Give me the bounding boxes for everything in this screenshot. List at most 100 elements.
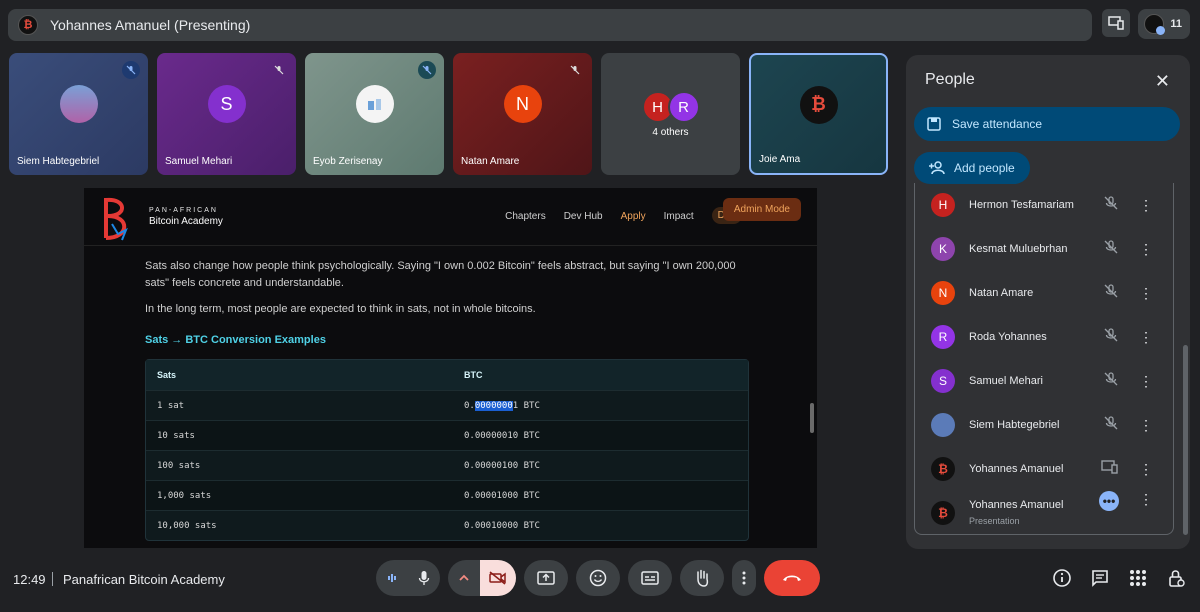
camera-off-icon[interactable] [480, 560, 516, 596]
nav-dev-hub[interactable]: Dev Hub [564, 211, 603, 224]
call-controls [376, 560, 820, 596]
top-right-controls: 11 [1102, 9, 1190, 39]
page-scrollbar[interactable] [810, 403, 814, 433]
more-vert-icon[interactable]: ⋮ [1139, 491, 1153, 508]
tile-name: Samuel Mehari [165, 156, 233, 167]
microphone-icon[interactable] [408, 560, 440, 596]
panel-title: People [925, 71, 975, 88]
cell-sats: 1,000 sats [157, 490, 212, 501]
participant-tiles: Siem Habtegebriel S Samuel Mehari Eyob Z… [9, 53, 888, 175]
devices-icon[interactable] [1102, 9, 1131, 37]
participants-button[interactable]: 11 [1138, 9, 1190, 39]
captions-button[interactable] [628, 560, 672, 596]
admin-mode-button[interactable]: Admin Mode [722, 198, 801, 221]
more-vert-icon [742, 571, 746, 585]
selected-text: 0000000 [474, 400, 513, 411]
paragraph: Sats also change how people think psycho… [145, 260, 736, 289]
tile-natan[interactable]: N Natan Amare [453, 53, 592, 175]
table-row: 10,000 sats 0.00010000 BTC [146, 510, 748, 540]
avatar: R [931, 325, 955, 349]
tile-samuel[interactable]: S Samuel Mehari [157, 53, 296, 175]
meeting-name: Panafrican Bitcoin Academy [63, 572, 225, 587]
participant-row[interactable]: R Roda Yohannes ⋮ [915, 315, 1173, 359]
header-sats: Sats [157, 370, 177, 380]
participant-name: Natan Amare [969, 287, 1034, 299]
participant-row[interactable]: S Samuel Mehari ⋮ [915, 359, 1173, 403]
participant-row[interactable]: N Natan Amare ⋮ [915, 271, 1173, 315]
participant-row[interactable]: ₿ Yohannes Amanuel Presentation ••• ⋮ [915, 491, 1173, 534]
brand-line-2: Bitcoin Academy [149, 216, 223, 227]
info-icon[interactable] [1052, 568, 1072, 588]
more-vert-icon[interactable]: ⋮ [1139, 241, 1153, 258]
host-controls-icon[interactable] [1166, 568, 1186, 588]
tile-joie[interactable]: ₿ Joie Ama [749, 53, 888, 175]
participant-count: 11 [1170, 18, 1182, 30]
nav-chapters[interactable]: Chapters [505, 211, 546, 224]
more-vert-icon[interactable]: ⋮ [1139, 461, 1153, 478]
avatar [355, 85, 394, 124]
emoji-icon [589, 569, 607, 587]
cell-btc: 0.00000001 BTC [464, 400, 748, 411]
save-icon [927, 117, 941, 131]
more-vert-icon[interactable]: ⋮ [1139, 285, 1153, 302]
camera-control-group [448, 560, 516, 596]
site-header: PAN-AFRICAN Bitcoin Academy Chapters Dev… [84, 188, 817, 246]
more-vert-icon[interactable]: ⋮ [1139, 197, 1153, 214]
reactions-button[interactable] [576, 560, 620, 596]
conversion-heading: Sats → BTC Conversion Examples [145, 334, 326, 346]
present-icon [537, 571, 555, 585]
activities-icon[interactable] [1128, 568, 1148, 588]
table-row: 1,000 sats 0.00001000 BTC [146, 480, 748, 510]
article-body: Sats also change how people think psycho… [145, 258, 757, 327]
more-horiz-icon[interactable]: ••• [1099, 491, 1119, 511]
side-controls [1052, 568, 1186, 588]
tile-others[interactable]: H R 4 others [601, 53, 740, 175]
people-panel: People ✕ Save attendance Add people H He… [906, 55, 1190, 549]
tile-name: Siem Habtegebriel [17, 156, 100, 167]
divider [52, 572, 53, 586]
more-vert-icon[interactable]: ⋮ [1139, 329, 1153, 346]
add-people-label: Add people [954, 161, 1015, 175]
raise-hand-button[interactable] [680, 560, 724, 596]
present-screen-button[interactable] [524, 560, 568, 596]
participant-name: Yohannes Amanuel [969, 463, 1064, 475]
participant-row[interactable]: ₿ Yohannes Amanuel ⋮ [915, 447, 1173, 491]
table-row: 100 sats 0.00000100 BTC [146, 450, 748, 480]
participant-name: Kesmat Muluebrhan [969, 243, 1068, 255]
audio-level-icon[interactable] [376, 560, 408, 596]
save-attendance-button[interactable]: Save attendance [914, 107, 1180, 141]
hand-icon [697, 569, 709, 587]
tile-name: Eyob Zerisenay [313, 156, 383, 167]
chevron-up-icon[interactable] [448, 560, 480, 596]
more-vert-icon[interactable]: ⋮ [1139, 373, 1153, 390]
mic-off-icon [1103, 195, 1119, 216]
btc-prefix: 0. [464, 400, 475, 411]
end-call-button[interactable] [764, 560, 820, 596]
close-icon[interactable]: ✕ [1155, 71, 1170, 92]
meeting-controls-bar: 12:49 Panafrican Bitcoin Academy [0, 556, 1200, 604]
brand-line-1: PAN-AFRICAN [149, 207, 218, 214]
nav-apply[interactable]: Apply [621, 211, 646, 224]
more-vert-icon[interactable]: ⋮ [1139, 417, 1153, 434]
cell-btc: 0.00000010 BTC [464, 430, 540, 441]
tile-siem[interactable]: Siem Habtegebriel [9, 53, 148, 175]
save-attendance-label: Save attendance [952, 117, 1043, 131]
participant-avatar [1144, 14, 1166, 35]
cell-sats: 100 sats [157, 460, 201, 471]
panel-scrollbar[interactable] [1183, 345, 1188, 535]
mic-control-group [376, 560, 440, 596]
header-btc: BTC [464, 370, 483, 380]
participant-row[interactable]: H Hermon Tesfamariam ⋮ [915, 183, 1173, 227]
nav-impact[interactable]: Impact [664, 211, 694, 224]
mic-off-icon [566, 61, 584, 79]
mic-off-icon [418, 61, 436, 79]
participant-row[interactable]: Siem Habtegebriel ⋮ [915, 403, 1173, 447]
participant-row[interactable]: K Kesmat Muluebrhan ⋮ [915, 227, 1173, 271]
presenter-avatar: ₿ [18, 15, 38, 35]
tile-eyob[interactable]: Eyob Zerisenay [305, 53, 444, 175]
cell-btc: 0.00001000 BTC [464, 490, 540, 501]
more-options-button[interactable] [732, 560, 756, 596]
add-people-button[interactable]: Add people [914, 152, 1030, 184]
chat-icon[interactable] [1090, 568, 1110, 588]
mic-off-icon [1103, 415, 1119, 436]
